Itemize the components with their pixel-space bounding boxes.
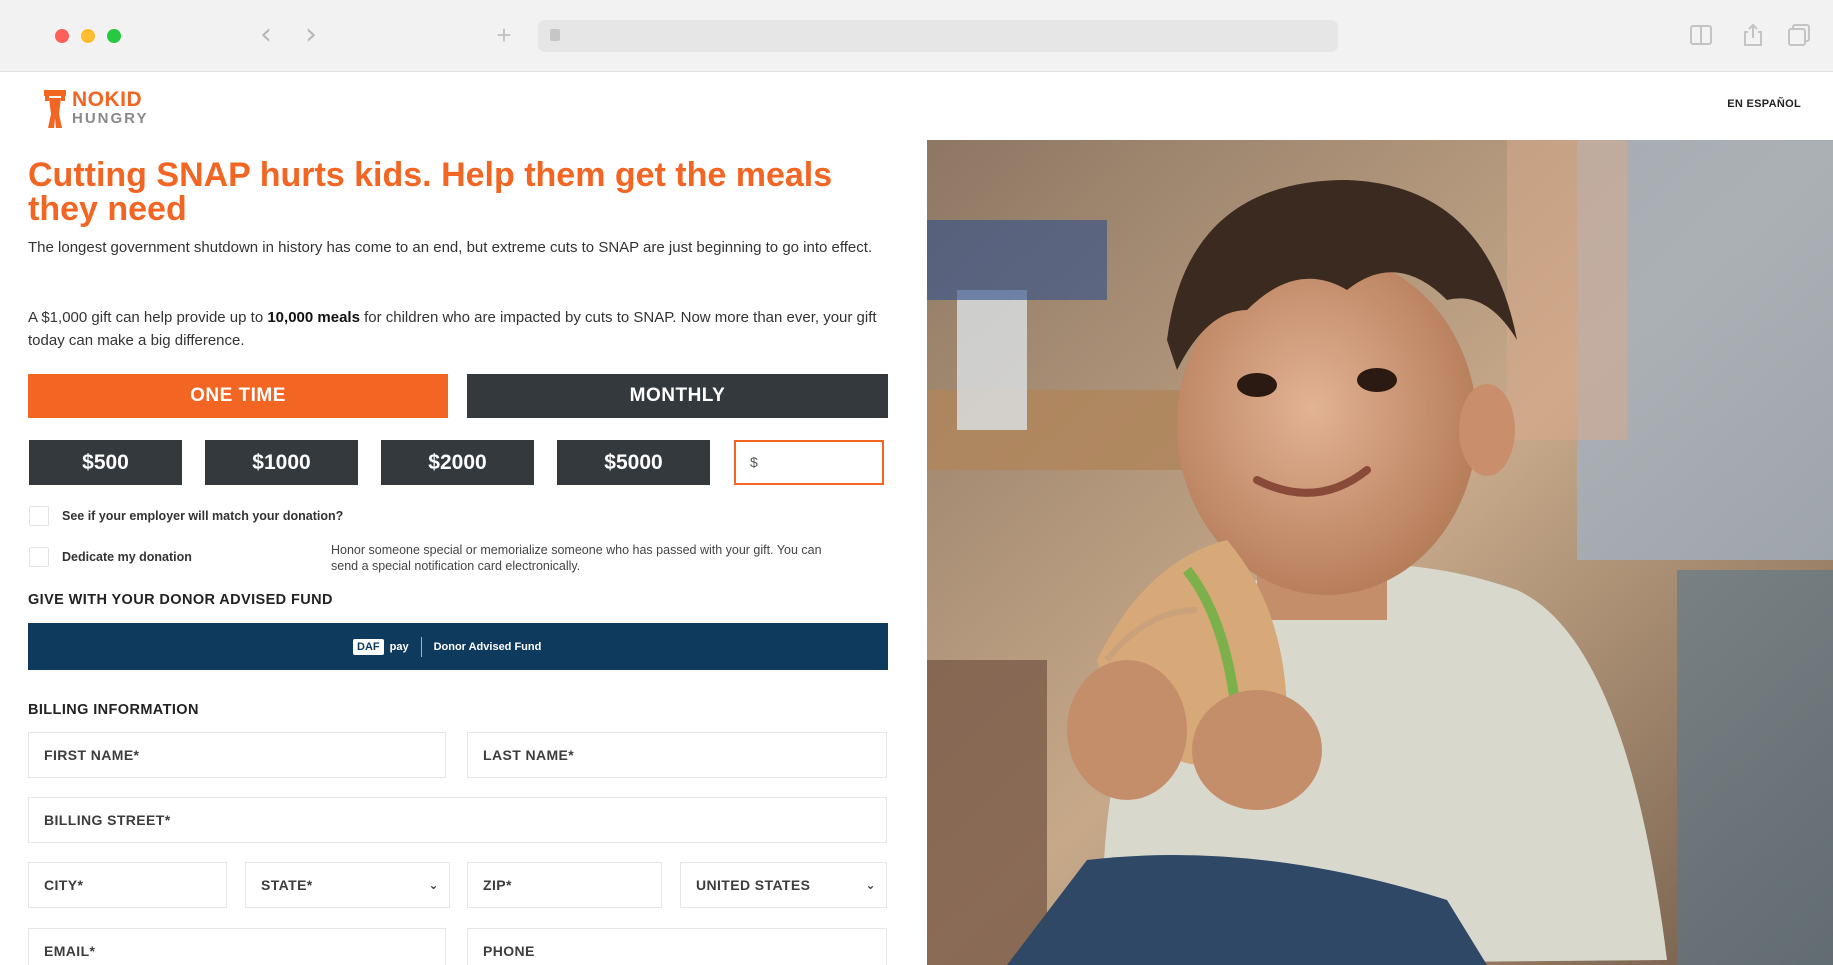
one-time-toggle[interactable]: ONE TIME [28,374,448,418]
daf-pay-label: pay [389,641,409,653]
other-amount-input[interactable]: $ [734,440,884,485]
dedicate-donation-label: Dedicate my donation [62,550,192,564]
last-name-field[interactable]: LAST NAME* [467,732,887,778]
boy-eating-sandwich-image [927,140,1833,965]
daf-divider [420,637,422,657]
chevron-right-icon[interactable]: › [297,20,325,50]
zip-field[interactable]: ZIP* [467,862,662,908]
amount-2000-button[interactable]: $2000 [381,440,534,485]
dedicate-donation-checkbox[interactable] [29,547,49,567]
employer-match-checkbox[interactable] [29,506,49,526]
tabs-icon[interactable] [1786,22,1812,48]
no-kid-hungry-logo[interactable]: NOKID HUNGRY [40,86,180,132]
daf-button-label: Donor Advised Fund [433,641,542,653]
chevron-down-icon: ⌄ [865,878,876,892]
country-select-label: UNITED STATES [696,877,811,893]
monthly-toggle[interactable]: MONTHLY [467,374,888,418]
first-name-field[interactable]: FIRST NAME* [28,732,446,778]
reader-icon[interactable] [1688,22,1714,48]
state-select[interactable]: STATE* ⌄ [245,862,450,908]
share-icon[interactable] [1740,22,1766,48]
employer-match-label: See if your employer will match your don… [62,509,344,523]
daf-badge: DAF [353,639,384,655]
daf-pay-button[interactable]: DAF pay Donor Advised Fund [28,623,888,670]
intro-paragraph: The longest government shutdown in histo… [28,239,873,256]
kid-logo-icon [44,90,66,128]
address-bar[interactable] [538,20,1338,52]
amount-5000-button[interactable]: $5000 [557,440,710,485]
amount-1000-button[interactable]: $1000 [205,440,358,485]
minimize-window-button[interactable] [81,29,95,43]
page-headline: Cutting SNAP hurts kids. Help them get t… [28,156,833,228]
amount-500-button[interactable]: $500 [29,440,182,485]
billing-section-title: BILLING INFORMATION [28,702,199,718]
browser-toolbar: ‹ › + [0,0,1833,72]
logo-wordmark-top: NOKID [72,88,143,111]
daf-section-title: GIVE WITH YOUR DONOR ADVISED FUND [28,592,333,608]
phone-field[interactable]: PHONE [467,928,887,965]
logo-wordmark-bottom: HUNGRY [72,110,149,127]
state-select-label: STATE* [261,877,313,893]
plus-icon[interactable]: + [490,22,518,50]
city-field[interactable]: CITY* [28,862,227,908]
impact-paragraph: A $1,000 gift can help provide up to 10,… [28,309,877,349]
email-field[interactable]: EMAIL* [28,928,446,965]
chevron-down-icon: ⌄ [428,878,439,892]
spanish-language-link[interactable]: EN ESPAÑOL [1727,98,1801,110]
close-window-button[interactable] [55,29,69,43]
lock-icon [550,29,560,41]
chevron-left-icon[interactable]: ‹ [252,20,280,50]
hero-photo [927,140,1833,965]
maximize-window-button[interactable] [107,29,121,43]
dedicate-help-text: Honor someone special or memorialize som… [331,543,822,573]
billing-street-field[interactable]: BILLING STREET* [28,797,887,843]
country-select[interactable]: UNITED STATES ⌄ [680,862,887,908]
